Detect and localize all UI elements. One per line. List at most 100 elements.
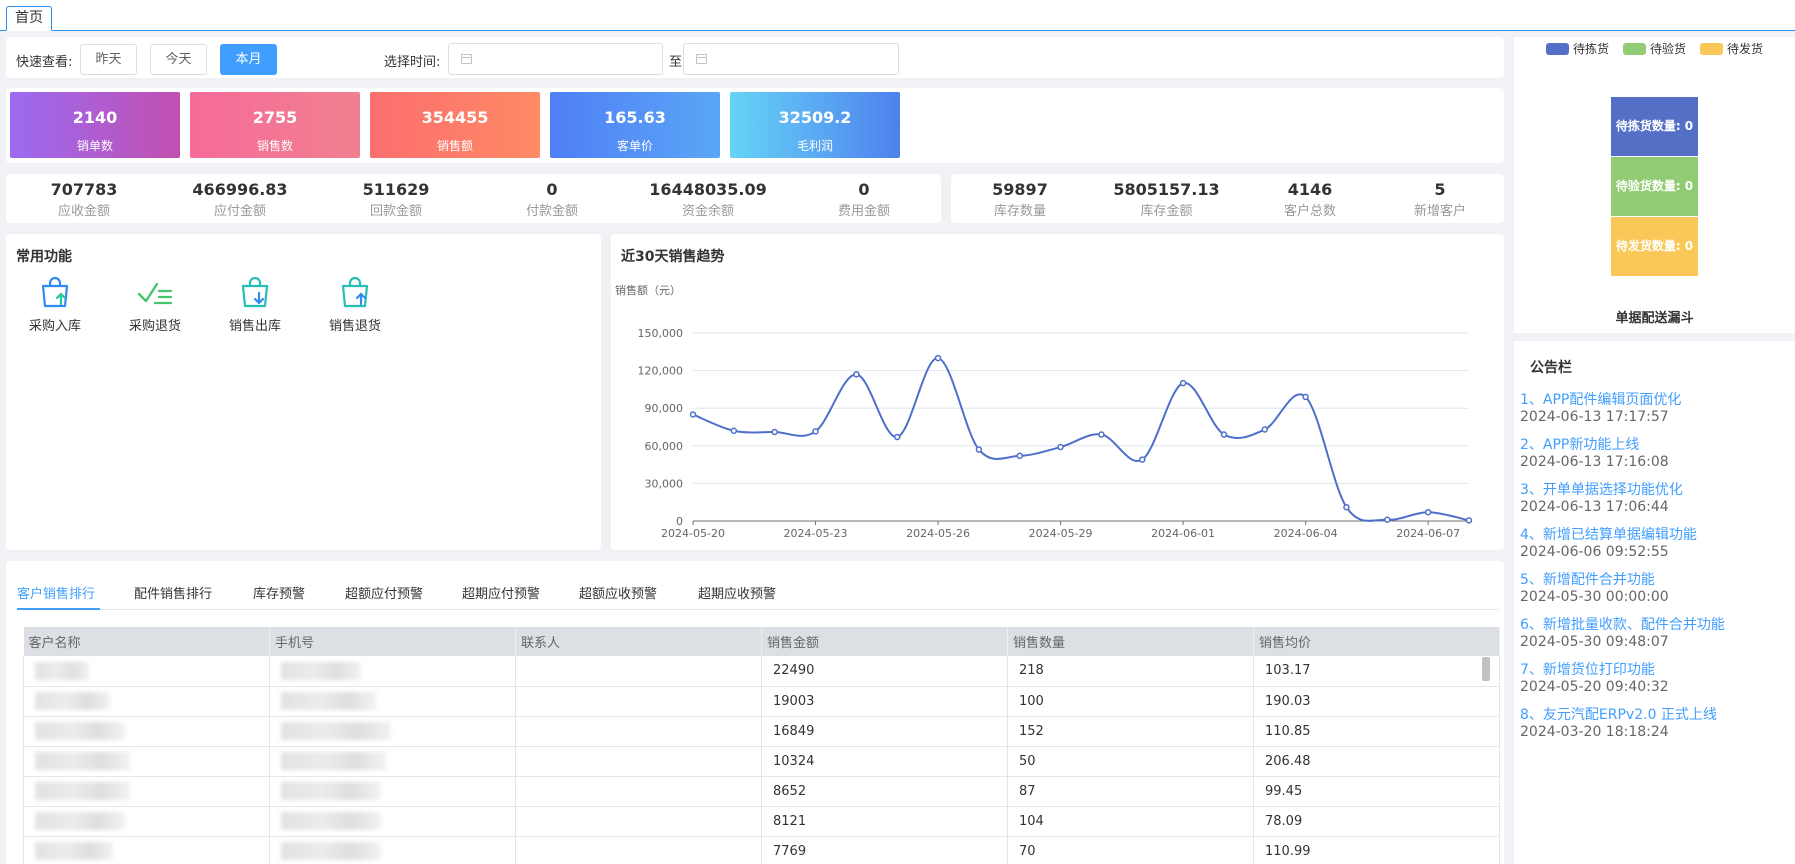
tab-ranking-5[interactable]: 超额应收预警 xyxy=(579,583,657,602)
metric-receivable: 707783 应收金额 xyxy=(6,174,162,219)
redacted-text xyxy=(35,661,89,680)
sales-outbound-button[interactable]: 销售出库 xyxy=(215,274,295,334)
legend-label: 待拣货 xyxy=(1573,42,1610,56)
avg-price-cell: 110.85 xyxy=(1253,716,1500,747)
today-button[interactable]: 今天 xyxy=(150,44,207,75)
metric-stock-qty: 59897 库存数量 xyxy=(951,174,1089,219)
tab-home[interactable]: 首页 xyxy=(6,6,52,31)
contact-cell xyxy=(515,836,762,864)
customer-name-cell xyxy=(23,746,270,777)
sales-qty-cell: 70 xyxy=(1007,836,1254,864)
notice-link[interactable]: 8、友元汽配ERPv2.0 正式上线 xyxy=(1520,704,1717,724)
notice-link[interactable]: 5、新增配件合并功能 xyxy=(1520,569,1655,589)
notice-time: 2024-05-30 00:00:00 xyxy=(1520,589,1669,605)
notice-link[interactable]: 4、新增已结算单据编辑功能 xyxy=(1520,524,1697,544)
customer-sales-table: 客户名称 手机号 联系人 销售金额 销售数量 销售均价 22490 218 103.… xyxy=(23,627,1500,864)
start-date-input[interactable] xyxy=(448,43,663,75)
sales-amount-cell: 8652 xyxy=(761,776,1008,807)
sales-amount-cell: 10324 xyxy=(761,746,1008,777)
table-row[interactable]: 7769 70 110.99 xyxy=(23,836,1500,864)
y-axis-label: 销售额（元） xyxy=(615,283,681,297)
notice-time: 2024-05-20 09:40:32 xyxy=(1520,679,1669,695)
x-tick-label: 2024-06-04 xyxy=(1274,527,1338,540)
metric-label: 资金余额 xyxy=(681,204,734,219)
column-header[interactable]: 联系人 xyxy=(515,627,762,656)
customer-name-cell xyxy=(23,686,270,717)
notice-link[interactable]: 2、APP新功能上线 xyxy=(1520,434,1639,454)
avg-price-cell: 78.09 xyxy=(1253,806,1500,837)
purchase-return-button[interactable]: 采购退货 xyxy=(115,274,195,334)
column-header[interactable]: 销售金额 xyxy=(761,627,1008,656)
contact-cell xyxy=(515,776,762,807)
customer-name-cell xyxy=(23,716,270,747)
sales-qty-cell: 104 xyxy=(1007,806,1254,837)
column-header[interactable]: 销售数量 xyxy=(1007,627,1254,656)
function-label: 采购退货 xyxy=(128,319,181,334)
legend-item[interactable]: 待发货 xyxy=(1700,40,1763,57)
data-point xyxy=(1179,379,1187,387)
metric-label: 新增客户 xyxy=(1413,204,1466,219)
table-row[interactable]: 10324 50 206.48 xyxy=(23,746,1500,777)
metric-label: 应收金额 xyxy=(57,204,110,219)
quick-filter-bar: 快速查看: 昨天 今天 本月 选择时间: 至 xyxy=(6,37,1504,78)
sales-trend-panel: 近30天销售趋势 销售额（元） 0 30,000 60,000 90,000 120,00… xyxy=(611,234,1504,550)
metric-label: 应付金额 xyxy=(213,204,266,219)
panel-title: 常用功能 xyxy=(16,249,72,265)
metric-fund-balance: 16448035.09 资金余额 xyxy=(630,174,786,219)
table-row[interactable]: 16849 152 110.85 xyxy=(23,716,1500,747)
sales-amount-cell: 22490 xyxy=(761,656,1008,687)
phone-cell xyxy=(269,656,516,687)
sales-return-button[interactable]: 销售退货 xyxy=(315,274,395,334)
yesterday-button[interactable]: 昨天 xyxy=(80,44,137,75)
tab-ranking-4[interactable]: 超期应付预警 xyxy=(462,583,540,602)
metric-value: 511629 xyxy=(362,180,430,199)
notice-link[interactable]: 3、开单单据选择功能优化 xyxy=(1520,479,1683,499)
data-point xyxy=(934,354,942,362)
legend-item[interactable]: 待验货 xyxy=(1623,40,1686,57)
data-point xyxy=(1261,426,1269,433)
data-point xyxy=(730,427,738,435)
metric-value: 4146 xyxy=(1287,180,1333,199)
customer-name-cell xyxy=(23,836,270,864)
tab-ranking-2[interactable]: 库存预警 xyxy=(253,583,305,602)
column-header[interactable]: 客户名称 xyxy=(23,627,270,656)
stat-value: 2755 xyxy=(252,108,298,127)
data-point xyxy=(1098,431,1105,438)
metric-value: 466996.83 xyxy=(192,180,288,199)
sales-qty-cell: 50 xyxy=(1007,746,1254,777)
stat-card-sales-amount: 354455 销售额 xyxy=(370,92,540,158)
data-point xyxy=(893,433,901,441)
notice-link[interactable]: 6、新增批量收款、配件合并功能 xyxy=(1520,614,1725,634)
metric-stock-amount: 5805157.13 库存金额 xyxy=(1089,174,1244,219)
metric-customer-total: 4146 客户总数 xyxy=(1244,174,1376,219)
phone-cell xyxy=(269,716,516,747)
legend-item[interactable]: 待拣货 xyxy=(1546,40,1609,57)
phone-cell xyxy=(269,806,516,837)
function-label: 采购入库 xyxy=(28,319,81,334)
column-header[interactable]: 销售均价 xyxy=(1253,627,1500,656)
tab-ranking-3[interactable]: 超额应付预警 xyxy=(345,583,423,602)
stat-card-sales-count: 2755 销售数 xyxy=(190,92,360,158)
end-date-input[interactable] xyxy=(683,43,899,75)
finance-metrics-panel: 707783 应收金额 466996.83 应付金额 511629 回款金额 0… xyxy=(6,174,941,223)
table-scrollbar-thumb[interactable] xyxy=(1482,657,1490,681)
tab-ranking-0[interactable]: 客户销售排行 xyxy=(17,583,95,602)
table-row[interactable]: 19003 100 190.03 xyxy=(23,686,1500,717)
purchase-inbound-button[interactable]: 采购入库 xyxy=(15,274,95,334)
column-header[interactable]: 手机号 xyxy=(269,627,516,656)
notice-link[interactable]: 1、APP配件编辑页面优化 xyxy=(1520,389,1681,409)
notice-link[interactable]: 7、新增货位打印功能 xyxy=(1520,659,1655,679)
tab-ranking-6[interactable]: 超期应收预警 xyxy=(698,583,776,602)
legend-swatch xyxy=(1546,43,1569,55)
this-month-button[interactable]: 本月 xyxy=(220,44,277,75)
table-row[interactable]: 22490 218 103.17 xyxy=(23,656,1500,687)
notice-time: 2024-03-20 18:18:24 xyxy=(1520,724,1669,740)
y-tick-label: 60,000 xyxy=(645,440,684,453)
tab-ranking-1[interactable]: 配件销售排行 xyxy=(134,583,212,602)
customer-name-cell xyxy=(23,656,270,687)
redacted-text xyxy=(35,782,130,800)
table-row[interactable]: 8121 104 78.09 xyxy=(23,806,1500,837)
inventory-metrics-panel: 59897 库存数量 5805157.13 库存金额 4146 客户总数 5 新… xyxy=(951,174,1504,223)
table-row[interactable]: 8652 87 99.45 xyxy=(23,776,1500,807)
function-label: 销售出库 xyxy=(228,319,281,334)
